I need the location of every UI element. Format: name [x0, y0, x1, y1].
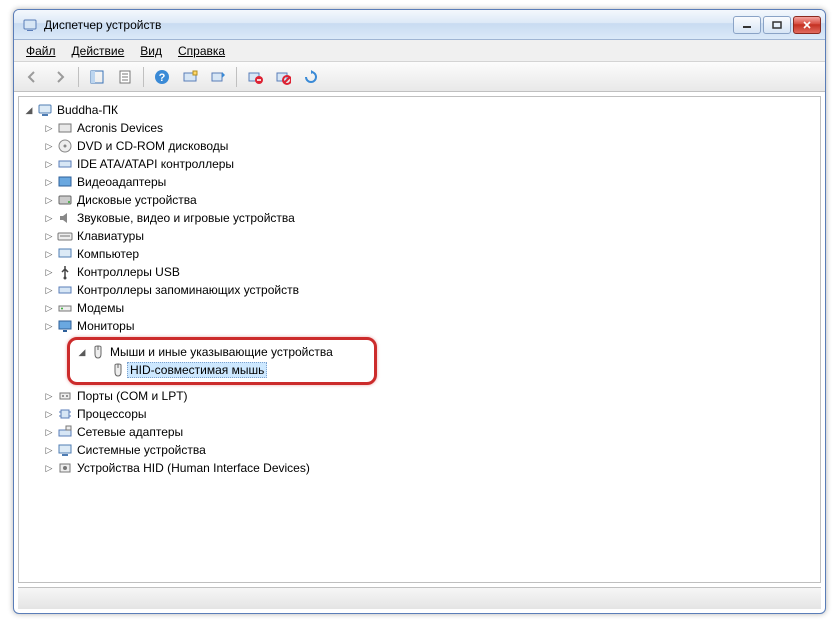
tree-root[interactable]: ◢ Buddha-ПК	[19, 101, 820, 119]
port-icon	[57, 388, 73, 404]
properties-button[interactable]	[113, 65, 137, 89]
pc-icon	[57, 246, 73, 262]
tree-item-system[interactable]: ▷Системные устройства	[39, 441, 820, 459]
expand-icon[interactable]: ▷	[43, 284, 55, 296]
scan-hardware-button[interactable]	[178, 65, 202, 89]
hdd-icon	[57, 192, 73, 208]
expand-icon[interactable]: ▷	[43, 302, 55, 314]
tree-item-acronis[interactable]: ▷Acronis Devices	[39, 119, 820, 137]
back-button[interactable]	[20, 65, 44, 89]
tree-item-hid-mouse[interactable]: ▷ HID-совместимая мышь	[90, 361, 374, 379]
menu-view[interactable]: Вид	[132, 42, 170, 60]
expand-icon[interactable]: ▷	[43, 194, 55, 206]
speaker-icon	[57, 210, 73, 226]
highlight-annotation: ◢ Мыши и иные указывающие устройства ▷ H…	[67, 337, 377, 385]
usb-icon	[57, 264, 73, 280]
expand-icon[interactable]: ▷	[43, 266, 55, 278]
modem-icon	[57, 300, 73, 316]
tree-item-monitors[interactable]: ▷Мониторы	[39, 317, 820, 335]
expand-icon[interactable]: ▷	[43, 444, 55, 456]
tree-item-ide[interactable]: ▷IDE ATA/ATAPI контроллеры	[39, 155, 820, 173]
expand-icon[interactable]: ▷	[43, 230, 55, 242]
tree-item-mice[interactable]: ◢ Мыши и иные указывающие устройства	[70, 343, 374, 361]
tree-item-storage-ctrl[interactable]: ▷Контроллеры запоминающих устройств	[39, 281, 820, 299]
refresh-button[interactable]	[299, 65, 323, 89]
collapse-icon[interactable]: ◢	[23, 104, 35, 116]
menubar: Файл Действие Вид Справка	[14, 40, 825, 62]
tree-item-dvd[interactable]: ▷DVD и CD-ROM дисководы	[39, 137, 820, 155]
expand-icon[interactable]: ▷	[43, 320, 55, 332]
tree-label: Мыши и иные указывающие устройства	[110, 345, 333, 359]
app-icon	[22, 17, 38, 33]
titlebar: Диспетчер устройств	[14, 10, 825, 40]
maximize-button[interactable]	[763, 16, 791, 34]
tree-item-computer[interactable]: ▷Компьютер	[39, 245, 820, 263]
minimize-button[interactable]	[733, 16, 761, 34]
update-driver-button[interactable]	[206, 65, 230, 89]
close-button[interactable]	[793, 16, 821, 34]
expand-icon[interactable]: ▷	[43, 248, 55, 260]
toolbar-separator	[78, 67, 79, 87]
expand-icon[interactable]: ▷	[43, 408, 55, 420]
expand-icon[interactable]: ▷	[43, 140, 55, 152]
hid-icon	[57, 460, 73, 476]
disable-button[interactable]	[271, 65, 295, 89]
window-controls	[733, 16, 821, 34]
expand-icon[interactable]: ▷	[43, 158, 55, 170]
device-icon	[57, 120, 73, 136]
menu-help[interactable]: Справка	[170, 42, 233, 60]
tree-item-usb[interactable]: ▷Контроллеры USB	[39, 263, 820, 281]
device-manager-window: Диспетчер устройств Файл Действие Вид Сп…	[13, 9, 826, 614]
uninstall-button[interactable]	[243, 65, 267, 89]
mouse-icon	[90, 344, 106, 360]
show-hide-tree-button[interactable]	[85, 65, 109, 89]
device-tree-panel[interactable]: ◢ Buddha-ПК ▷Acronis Devices ▷DVD и CD-R…	[18, 96, 821, 583]
expand-icon[interactable]: ▷	[43, 462, 55, 474]
disc-icon	[57, 138, 73, 154]
tree-item-cpu[interactable]: ▷Процессоры	[39, 405, 820, 423]
expand-icon[interactable]: ▷	[43, 212, 55, 224]
window-title: Диспетчер устройств	[44, 18, 733, 32]
display-icon	[57, 174, 73, 190]
toolbar-separator	[143, 67, 144, 87]
toolbar: ?	[14, 62, 825, 92]
tree-item-modems[interactable]: ▷Модемы	[39, 299, 820, 317]
tree-item-keyboards[interactable]: ▷Клавиатуры	[39, 227, 820, 245]
keyboard-icon	[57, 228, 73, 244]
tree-label: Buddha-ПК	[57, 103, 118, 117]
system-icon	[57, 442, 73, 458]
tree-item-video[interactable]: ▷Видеоадаптеры	[39, 173, 820, 191]
tree-item-sound[interactable]: ▷Звуковые, видео и игровые устройства	[39, 209, 820, 227]
tree-item-hid[interactable]: ▷Устройства HID (Human Interface Devices…	[39, 459, 820, 477]
svg-text:?: ?	[159, 72, 166, 84]
tree-item-network[interactable]: ▷Сетевые адаптеры	[39, 423, 820, 441]
menu-action[interactable]: Действие	[64, 42, 133, 60]
network-icon	[57, 424, 73, 440]
help-button[interactable]: ?	[150, 65, 174, 89]
expand-icon[interactable]: ▷	[43, 390, 55, 402]
tree-item-disk[interactable]: ▷Дисковые устройства	[39, 191, 820, 209]
computer-icon	[37, 102, 53, 118]
controller-icon	[57, 156, 73, 172]
controller-icon	[57, 282, 73, 298]
expand-icon[interactable]: ▷	[43, 122, 55, 134]
statusbar	[18, 587, 821, 609]
expand-icon[interactable]: ▷	[43, 426, 55, 438]
collapse-icon[interactable]: ◢	[76, 346, 88, 358]
menu-file[interactable]: Файл	[18, 42, 64, 60]
tree-label: HID-совместимая мышь	[127, 362, 267, 378]
mouse-icon	[110, 362, 126, 378]
forward-button[interactable]	[48, 65, 72, 89]
toolbar-separator	[236, 67, 237, 87]
expand-icon[interactable]: ▷	[43, 176, 55, 188]
monitor-icon	[57, 318, 73, 334]
cpu-icon	[57, 406, 73, 422]
tree-item-ports[interactable]: ▷Порты (COM и LPT)	[39, 387, 820, 405]
